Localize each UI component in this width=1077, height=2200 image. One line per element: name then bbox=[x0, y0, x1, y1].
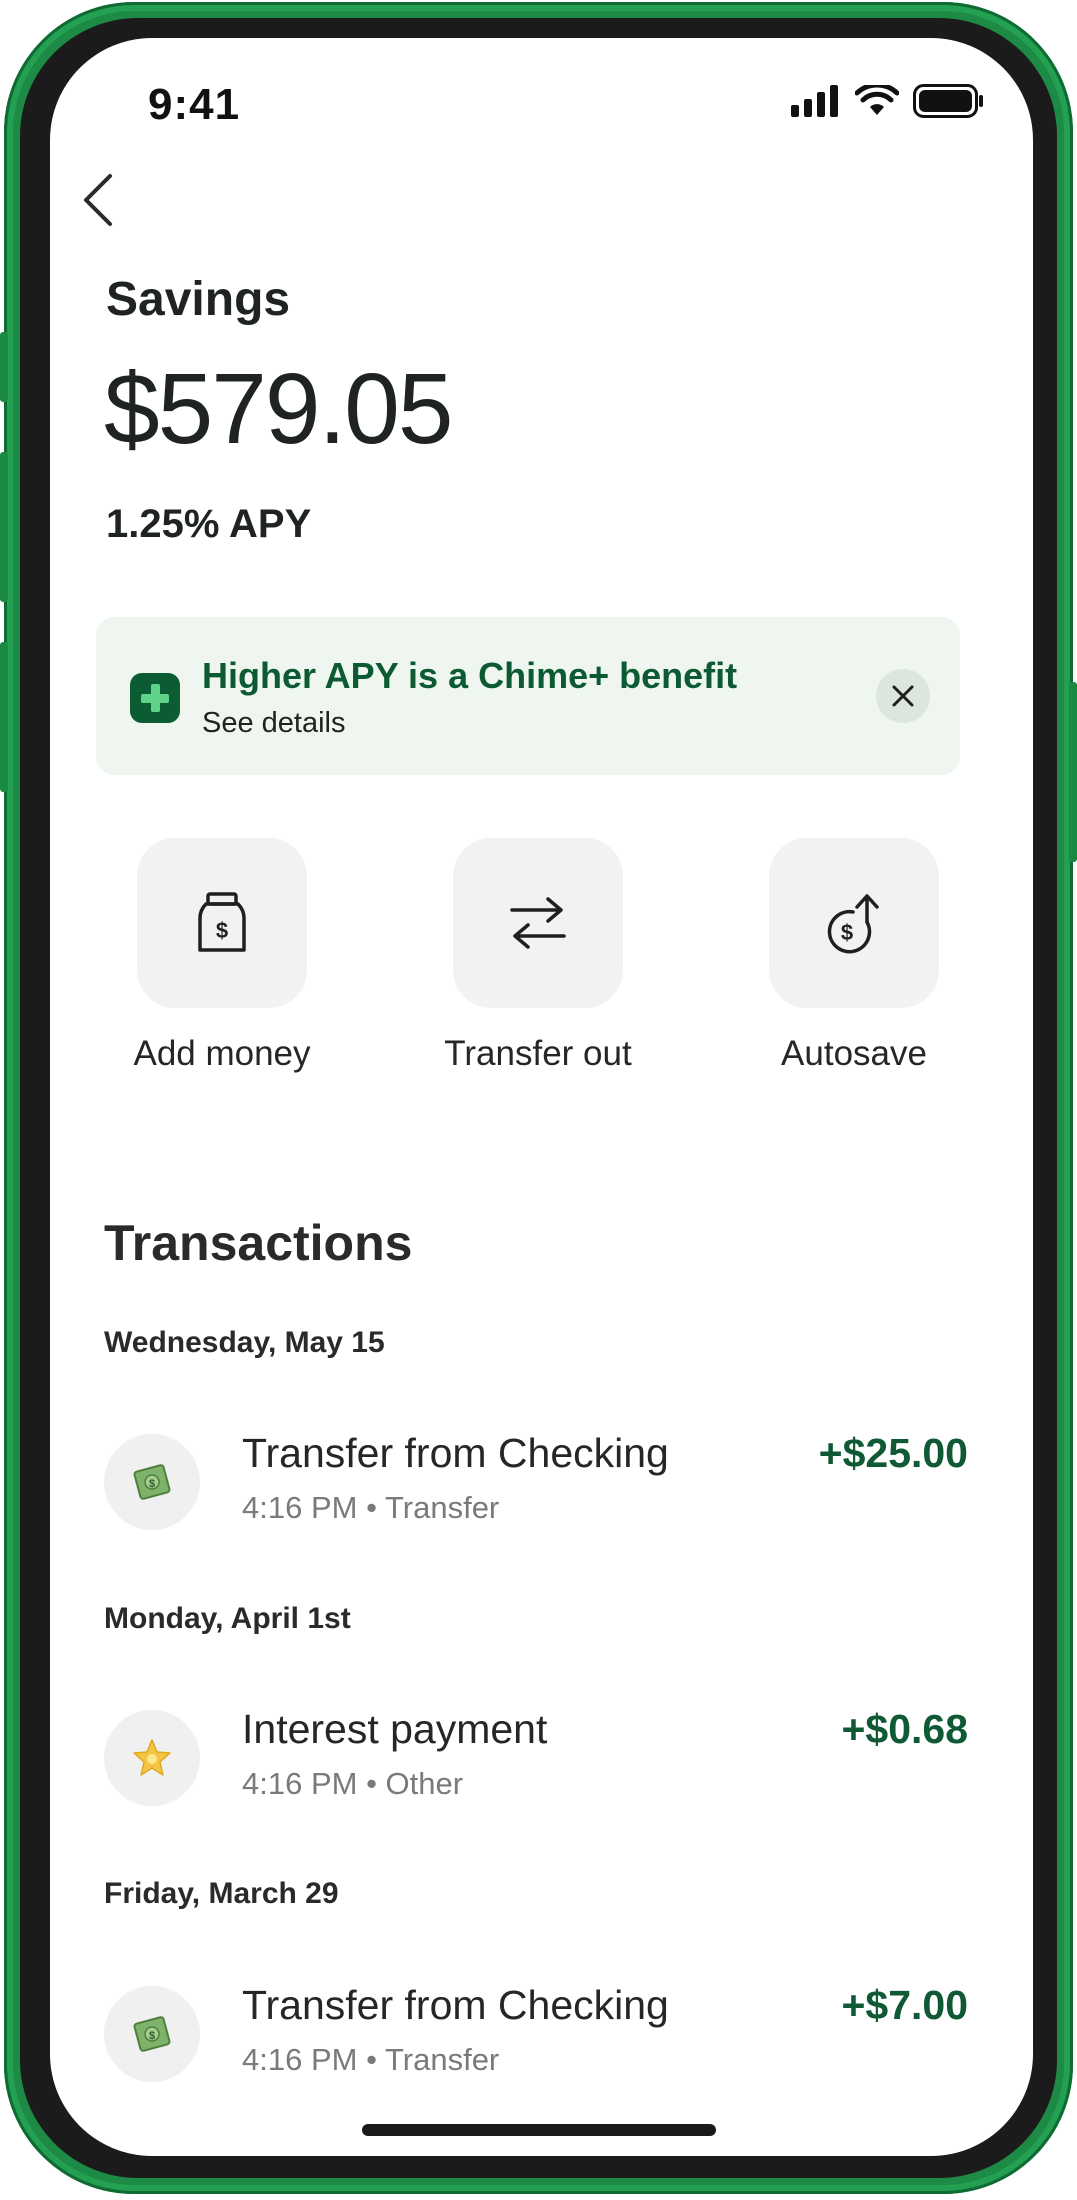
transaction-date: Monday, April 1st bbox=[104, 1602, 351, 1635]
side-button bbox=[0, 642, 8, 792]
transaction-meta: 4:16 PM • Transfer bbox=[242, 1490, 500, 1525]
see-details-link[interactable]: See details bbox=[202, 707, 346, 740]
transaction-category: Other bbox=[385, 1766, 464, 1801]
page-title: Savings bbox=[106, 273, 291, 326]
transaction-name: Interest payment bbox=[242, 1706, 548, 1752]
wifi-icon bbox=[855, 85, 899, 115]
transaction-name: Transfer from Checking bbox=[242, 1430, 669, 1476]
transaction-row[interactable]: Interest payment 4:16 PM • Other +$0.68 bbox=[104, 1706, 968, 1816]
transactions-title: Transactions bbox=[104, 1215, 413, 1271]
transaction-amount: +$25.00 bbox=[818, 1430, 968, 1476]
transaction-row[interactable]: $ Transfer from Checking 4:16 PM • Trans… bbox=[104, 1982, 968, 2092]
chime-plus-logo-icon bbox=[130, 673, 180, 723]
close-icon bbox=[892, 685, 914, 707]
svg-text:$: $ bbox=[841, 920, 853, 945]
svg-text:$: $ bbox=[149, 1478, 155, 1490]
side-button bbox=[0, 332, 8, 402]
transfer-out-button[interactable]: Transfer out bbox=[418, 838, 658, 1074]
transaction-name: Transfer from Checking bbox=[242, 1982, 669, 2028]
transaction-date: Wednesday, May 15 bbox=[104, 1326, 385, 1359]
transaction-amount: +$0.68 bbox=[841, 1706, 968, 1752]
transaction-date: Friday, March 29 bbox=[104, 1877, 339, 1910]
transaction-meta: 4:16 PM • Transfer bbox=[242, 2042, 500, 2077]
add-money-label: Add money bbox=[133, 1034, 311, 1073]
home-indicator[interactable] bbox=[362, 2124, 716, 2136]
transfer-arrows-icon bbox=[510, 897, 566, 949]
side-button bbox=[0, 452, 8, 602]
signal-icon bbox=[791, 85, 838, 117]
transaction-time: 4:16 PM bbox=[242, 1490, 358, 1525]
autosave-label: Autosave bbox=[781, 1034, 927, 1073]
money-with-wings-icon: $ bbox=[104, 1986, 200, 2082]
add-money-button[interactable]: $ Add money bbox=[102, 838, 342, 1074]
svg-text:$: $ bbox=[149, 2030, 155, 2042]
apy-rate: 1.25% APY bbox=[106, 502, 312, 546]
transfer-out-tile[interactable] bbox=[453, 838, 623, 1008]
add-money-tile[interactable]: $ bbox=[137, 838, 307, 1008]
transfer-out-label: Transfer out bbox=[444, 1034, 632, 1073]
balance-amount: $579.05 bbox=[104, 353, 453, 465]
transaction-category: Transfer bbox=[384, 1490, 500, 1525]
money-with-wings-icon: $ bbox=[104, 1434, 200, 1530]
banner-close-button[interactable] bbox=[876, 669, 930, 723]
autosave-button[interactable]: $ Autosave bbox=[734, 838, 974, 1074]
star-icon bbox=[104, 1710, 200, 1806]
transaction-time: 4:16 PM bbox=[242, 1766, 358, 1801]
transaction-amount: +$7.00 bbox=[841, 1982, 968, 2028]
svg-text:$: $ bbox=[216, 918, 228, 943]
battery-icon bbox=[913, 84, 983, 118]
bezel bbox=[20, 18, 1057, 2178]
status-icons bbox=[791, 84, 985, 118]
transaction-time: 4:16 PM bbox=[242, 2042, 358, 2077]
transaction-category: Transfer bbox=[384, 2042, 500, 2077]
back-icon[interactable] bbox=[78, 172, 118, 228]
money-jar-icon: $ bbox=[198, 892, 246, 952]
transaction-row[interactable]: $ Transfer from Checking 4:16 PM • Trans… bbox=[104, 1430, 968, 1540]
transaction-meta: 4:16 PM • Other bbox=[242, 1766, 464, 1801]
chime-plus-banner[interactable]: Higher APY is a Chime+ benefit See detai… bbox=[96, 617, 960, 775]
banner-title: Higher APY is a Chime+ benefit bbox=[202, 655, 738, 696]
status-time: 9:41 bbox=[148, 80, 241, 129]
autosave-dollar-icon: $ bbox=[827, 894, 879, 954]
phone-frame bbox=[0, 2, 1077, 2194]
side-button bbox=[1069, 682, 1077, 862]
autosave-tile[interactable]: $ bbox=[769, 838, 939, 1008]
